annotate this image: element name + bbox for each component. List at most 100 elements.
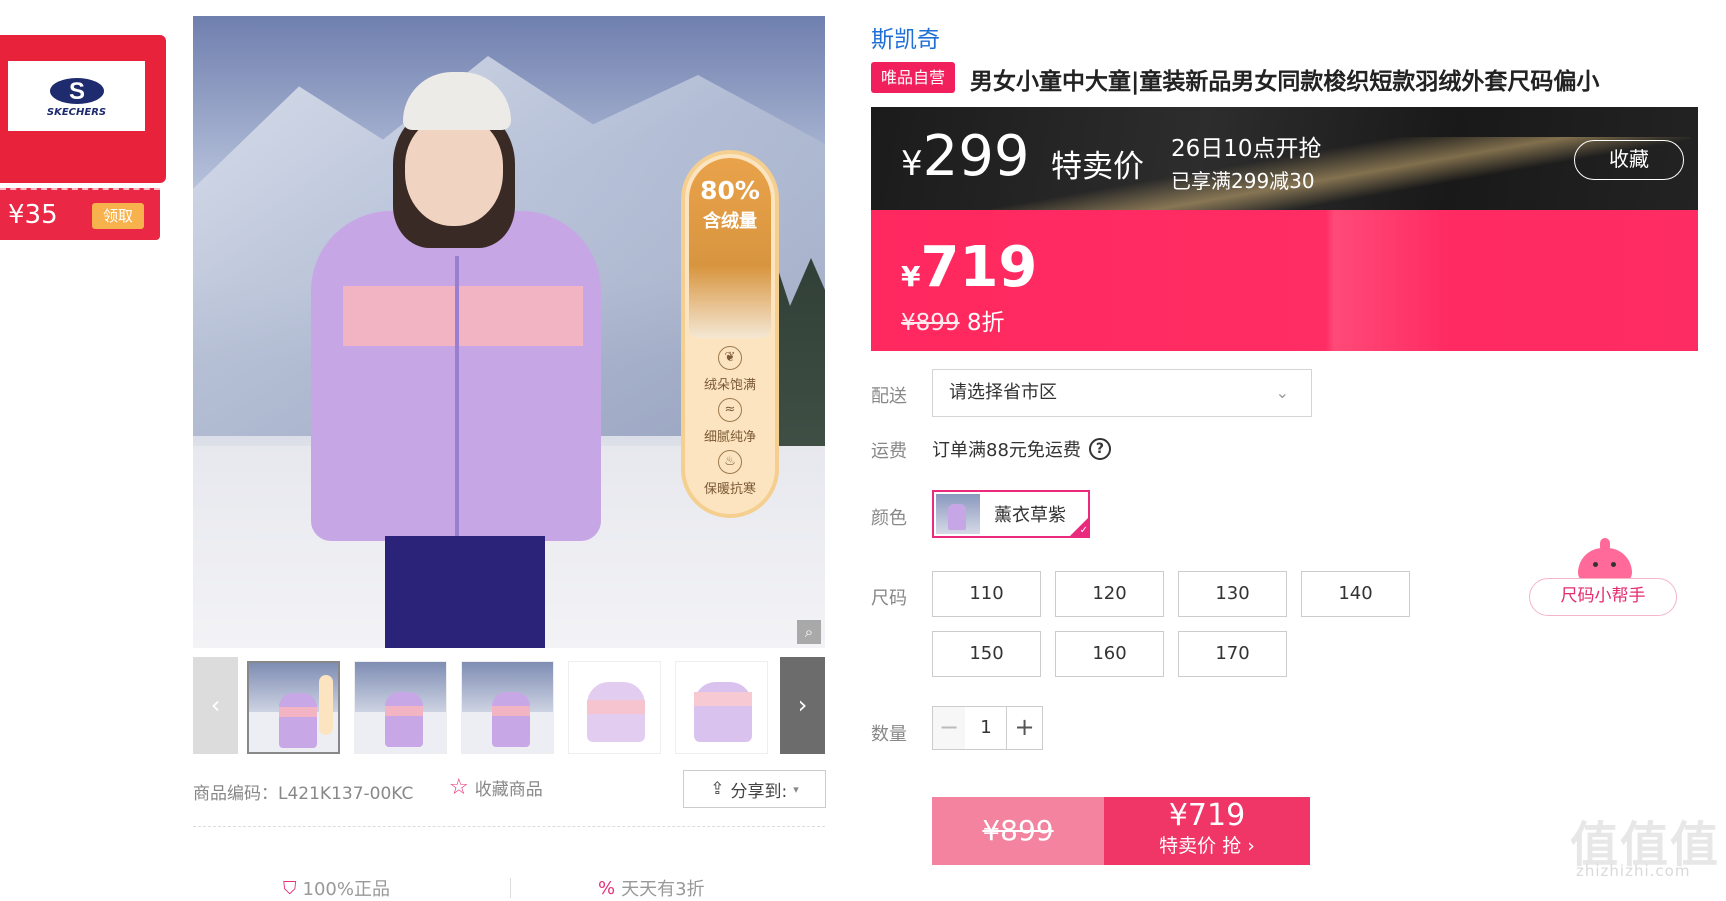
jacket-zipper bbox=[455, 256, 459, 541]
original-price-row: ¥899 8折 bbox=[901, 303, 1005, 337]
badge-feature-label: 细腻纯净 bbox=[703, 430, 756, 445]
discount-rate: 8折 bbox=[966, 310, 1005, 336]
main-product-image[interactable]: 80% 含绒量 ❦ 绒朵饱满 ≈ 细腻纯净 ♨ 保暖抗寒 ⌕ bbox=[193, 16, 825, 648]
color-name: 薰衣草紫 bbox=[994, 505, 1066, 526]
price-value: 719 bbox=[920, 235, 1038, 300]
svg-text:S: S bbox=[68, 78, 84, 105]
quantity-input[interactable]: 1 bbox=[965, 706, 1007, 750]
quantity-decrease-button[interactable]: − bbox=[932, 706, 966, 750]
thumbnail-2[interactable] bbox=[354, 661, 447, 754]
magnifier-icon[interactable]: ⌕ bbox=[797, 620, 821, 644]
flash-discount-note: 已享满299减30 bbox=[1171, 169, 1315, 193]
promise-separator bbox=[510, 878, 511, 898]
promise-authentic: ⛉ 100%正品 bbox=[283, 875, 390, 901]
favorite-product-link[interactable]: ☆ 收藏商品 bbox=[449, 775, 543, 800]
thumbnail-4[interactable] bbox=[568, 661, 661, 754]
wave-icon: ≈ bbox=[718, 398, 742, 422]
badge-feature-2: ≈ 细腻纯净 bbox=[685, 398, 775, 445]
promise-label: 100%正品 bbox=[302, 879, 390, 900]
size-option-150[interactable]: 150 bbox=[932, 631, 1041, 677]
quantity-increase-button[interactable]: + bbox=[1006, 706, 1043, 750]
region-placeholder: 请选择省市区 bbox=[949, 382, 1057, 403]
delivery-label: 配送 bbox=[871, 386, 907, 407]
size-helper-button[interactable]: 尺码小帮手 bbox=[1529, 578, 1677, 616]
size-option-120[interactable]: 120 bbox=[1055, 571, 1164, 617]
thumbnail-next-button[interactable]: › bbox=[780, 657, 825, 754]
size-option-170[interactable]: 170 bbox=[1178, 631, 1287, 677]
product-title: 男女小童中大童|童装新品男女同款梭织短款羽绒外套尺码偏小 bbox=[970, 69, 1600, 95]
help-icon[interactable]: ? bbox=[1088, 438, 1111, 460]
brand-link[interactable]: 斯凯奇 bbox=[871, 20, 940, 54]
shipping-label: 运费 bbox=[871, 441, 907, 462]
shipping-text: 订单满88元免运费 bbox=[932, 440, 1081, 461]
thumbnail-5[interactable] bbox=[675, 661, 768, 754]
collect-button[interactable]: 收藏 bbox=[1574, 140, 1684, 180]
buy-now-button[interactable]: ¥719 特卖价 抢 › bbox=[1104, 797, 1310, 865]
badge-feature-3: ♨ 保暖抗寒 bbox=[685, 450, 775, 497]
thumbnail-prev-button[interactable]: ‹ bbox=[193, 657, 238, 754]
child-face bbox=[405, 116, 503, 226]
thumbnail-3[interactable] bbox=[461, 661, 554, 754]
size-option-160[interactable]: 160 bbox=[1055, 631, 1164, 677]
selected-check-icon: ✓ bbox=[1068, 516, 1090, 538]
share-dropdown[interactable]: ⇪ 分享到: ▾ bbox=[683, 770, 826, 808]
thumbnail-1[interactable] bbox=[247, 661, 340, 754]
flash-price-value: 299 bbox=[922, 124, 1030, 189]
size-option-130[interactable]: 130 bbox=[1178, 571, 1287, 617]
share-label: 分享到: bbox=[730, 781, 788, 802]
down-content-badge: 80% 含绒量 ❦ 绒朵饱满 ≈ 细腻纯净 ♨ 保暖抗寒 bbox=[681, 150, 779, 518]
size-helper-mascot-icon bbox=[1578, 538, 1632, 582]
badge-feature-1: ❦ 绒朵饱满 bbox=[685, 346, 775, 393]
child-pants bbox=[385, 536, 545, 648]
flash-start-time: 26日10点开抢 bbox=[1171, 136, 1322, 162]
flash-currency: ¥ bbox=[901, 144, 923, 184]
chevron-down-icon: ⌄ bbox=[1275, 383, 1289, 402]
size-label: 尺码 bbox=[871, 588, 907, 609]
color-label: 颜色 bbox=[871, 508, 907, 529]
flash-price-label: 特卖价 bbox=[1051, 149, 1144, 185]
color-swatch-thumbnail bbox=[936, 494, 980, 534]
price-currency: ¥ bbox=[901, 260, 921, 293]
chevron-left-icon: ‹ bbox=[210, 691, 221, 719]
flash-sale-banner: ¥299 特卖价 26日10点开抢 已享满299减30 收藏 bbox=[871, 107, 1698, 210]
star-icon: ☆ bbox=[449, 775, 469, 800]
promise-discount: % 天天有3折 bbox=[598, 875, 705, 901]
region-select[interactable]: 请选择省市区 ⌄ bbox=[932, 369, 1312, 417]
coupon-header: S SKECHERS bbox=[0, 35, 166, 183]
buy-original-value: ¥899 bbox=[982, 814, 1054, 847]
badge-feature-label: 保暖抗寒 bbox=[703, 482, 756, 497]
color-option-lavender[interactable]: 薰衣草紫 ✓ bbox=[932, 490, 1090, 538]
skechers-logo: S SKECHERS bbox=[8, 61, 145, 131]
brand-coupon[interactable]: S SKECHERS ¥35 领取 bbox=[0, 35, 166, 240]
coupon-claim-button[interactable]: 领取 bbox=[92, 203, 144, 229]
current-price: ¥719 bbox=[901, 238, 1037, 307]
shield-check-icon: ⛉ bbox=[283, 877, 297, 899]
shipping-info: 订单满88元免运费 ? bbox=[932, 436, 1111, 462]
jacket-pink-band bbox=[343, 286, 583, 346]
share-icon: ⇪ bbox=[710, 779, 725, 799]
promise-label: 天天有3折 bbox=[621, 879, 705, 900]
buy-label: 特卖价 抢 › bbox=[1159, 835, 1255, 857]
flame-icon: ♨ bbox=[718, 450, 742, 474]
badge-percent: 80% bbox=[700, 176, 760, 205]
percent-icon: % bbox=[598, 877, 616, 899]
buy-original-price: ¥899 bbox=[932, 797, 1104, 865]
buy-price: ¥719 bbox=[1168, 798, 1246, 833]
quantity-label: 数量 bbox=[871, 724, 907, 745]
coupon-brand-text: SKECHERS bbox=[46, 106, 107, 118]
original-price: ¥899 bbox=[901, 310, 960, 336]
chevron-right-icon: › bbox=[797, 691, 808, 719]
current-price-band: ¥719 ¥899 8折 bbox=[871, 210, 1698, 351]
size-option-140[interactable]: 140 bbox=[1301, 571, 1410, 617]
size-option-110[interactable]: 110 bbox=[932, 571, 1041, 617]
flash-price: ¥299 bbox=[901, 125, 1030, 196]
coupon-footer: ¥35 领取 bbox=[0, 188, 160, 240]
badge-subtitle: 含绒量 bbox=[703, 211, 757, 232]
caret-down-icon: ▾ bbox=[793, 782, 799, 796]
feather-icon: ❦ bbox=[718, 346, 742, 370]
badge-feature-label: 绒朵饱满 bbox=[703, 378, 756, 393]
self-operated-tag: 唯品自营 bbox=[871, 62, 955, 93]
favorite-label: 收藏商品 bbox=[474, 780, 543, 800]
badge-header: 80% 含绒量 bbox=[689, 158, 771, 338]
coupon-amount: ¥35 bbox=[8, 200, 58, 230]
